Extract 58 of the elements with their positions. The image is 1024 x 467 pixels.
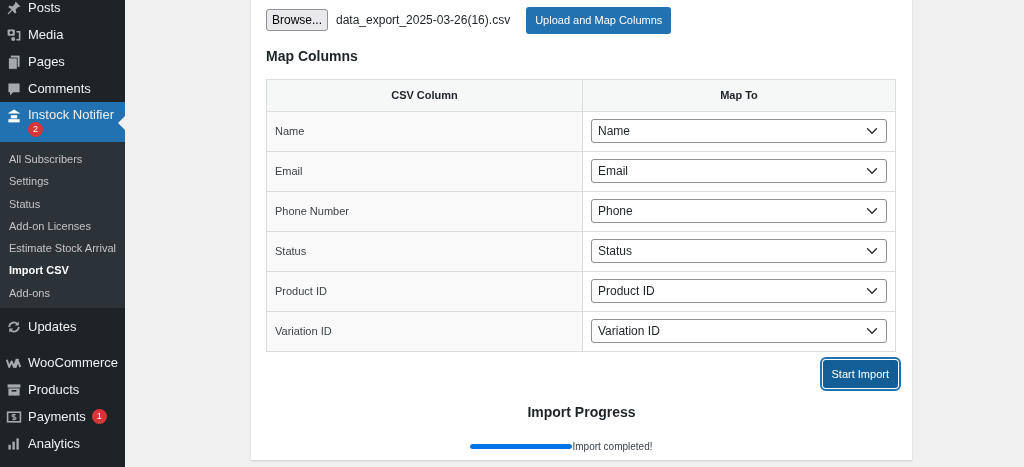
table-cell: Variation ID (266, 311, 583, 351)
submenu-item[interactable]: Settings (0, 170, 125, 193)
menu-label: Comments (28, 79, 91, 98)
sidebar-item[interactable]: Products (0, 376, 125, 404)
speech-bubble-icon (6, 80, 22, 97)
menu-label: Instock Notifier (28, 108, 114, 123)
column-header: CSV Column (266, 79, 583, 111)
table-cell: Status (266, 231, 583, 271)
sidebar-item[interactable]: Instock Notifier 2 (0, 102, 125, 142)
sidebar-item[interactable]: Payments 1 (0, 403, 125, 431)
submenu-item[interactable]: Add-ons (0, 281, 125, 305)
select-field[interactable]: Variation ID (591, 319, 887, 343)
menu-label: Analytics (28, 434, 81, 453)
menu-label: Payments (28, 407, 86, 426)
media-icon (6, 26, 22, 43)
pushpin-icon (6, 0, 22, 16)
submenu-item[interactable]: Import CSV (0, 259, 125, 282)
sidebar-item[interactable]: Comments (0, 75, 125, 102)
submenu-item[interactable]: Add-on Licenses (0, 214, 125, 238)
table-cell: Email (266, 151, 583, 191)
count-badge: 2 (28, 122, 43, 138)
select-field[interactable]: Name (591, 119, 887, 143)
count-badge: 1 (91, 409, 107, 425)
table-cell: Phone Number (266, 191, 583, 231)
start-button[interactable]: Start Import (822, 359, 898, 388)
table-cell: Name (266, 111, 583, 151)
sidebar-item[interactable]: Analytics (0, 430, 125, 458)
submenu-item[interactable]: All Subscribers (0, 148, 125, 171)
browse-button[interactable]: Browse... (266, 9, 328, 32)
pages-icon (6, 53, 22, 70)
submenu-item[interactable]: Status (0, 192, 125, 215)
menu-label: Media (28, 25, 64, 44)
status-text: Import completed! (572, 440, 653, 454)
select-field[interactable]: Phone (591, 199, 887, 223)
upload-button[interactable]: Upload and Map Columns (526, 7, 672, 34)
menu-label: Products (28, 380, 80, 399)
dollar-card-icon (6, 408, 22, 425)
bar-chart-icon (6, 435, 22, 452)
select-field[interactable]: Email (591, 159, 887, 183)
select-field[interactable]: Product ID (591, 279, 887, 303)
sidebar-item[interactable]: Pages (0, 48, 125, 75)
archive-box-icon (6, 381, 22, 398)
building-icon (6, 108, 22, 124)
file-name: data_export_2025-03-26(16).csv (336, 12, 511, 30)
column-header: Map To (582, 79, 896, 111)
sidebar-item[interactable]: Updates (0, 313, 125, 341)
menu-label: WooCommerce (28, 353, 119, 372)
menu-label: Updates (28, 317, 77, 336)
table-cell: Product ID (266, 271, 583, 311)
sidebar-item[interactable]: WooCommerce (0, 349, 125, 377)
menu-label: Posts (28, 0, 61, 17)
sidebar-item[interactable]: Media (0, 21, 125, 48)
sidebar-item[interactable]: Posts (0, 0, 125, 21)
section-heading: Map Columns (266, 46, 359, 66)
select-field[interactable]: Status (591, 239, 887, 263)
menu-label: Pages (28, 52, 65, 71)
submenu-item[interactable]: Estimate Stock Arrival (0, 237, 125, 260)
section-heading: Import Progress (526, 403, 637, 422)
